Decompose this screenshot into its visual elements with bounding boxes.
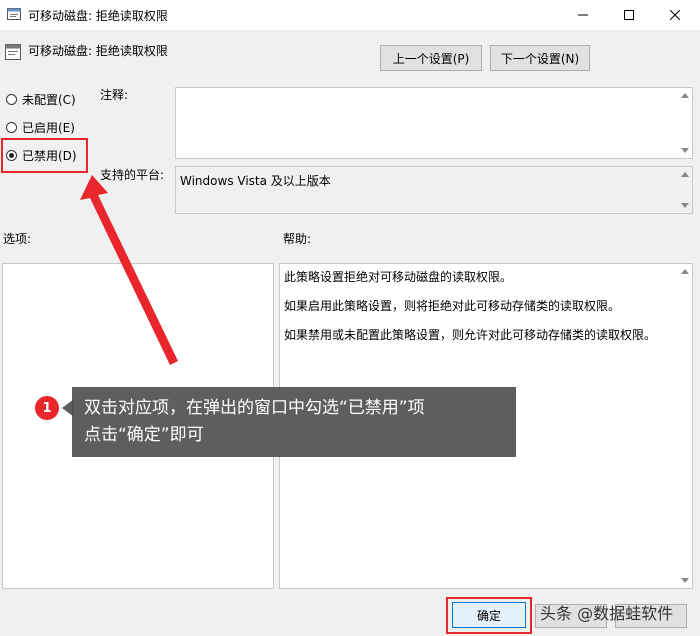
- step-number-badge: 1: [35, 396, 59, 420]
- annotation-tooltip: 双击对应项，在弹出的窗口中勾选“已禁用”项 点击“确定”即可: [72, 387, 516, 457]
- pointer-arrow-icon: [80, 175, 178, 365]
- annotation-line-1: 双击对应项，在弹出的窗口中勾选“已禁用”项: [84, 398, 425, 418]
- watermark-text: 头条 @数据蛙软件: [540, 604, 674, 623]
- highlight-box-ok: [446, 597, 532, 634]
- annotation-line-2: 点击“确定”即可: [84, 425, 204, 445]
